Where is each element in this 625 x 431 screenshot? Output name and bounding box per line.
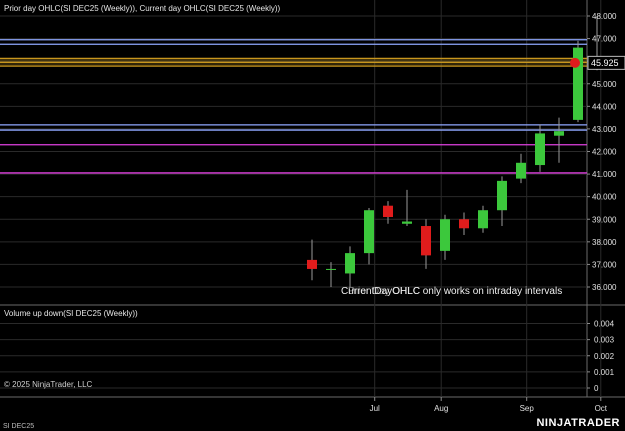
candle-body <box>478 210 488 229</box>
volume-tick-label: 0.002 <box>594 352 615 361</box>
time-axis: Jul Aug Sep Oct <box>370 397 608 413</box>
volume-panel-title: Volume up down(SI DEC25 (Weekly)) <box>4 309 138 318</box>
volume-tick-label: 0 <box>594 384 599 393</box>
candle <box>573 40 583 123</box>
time-tick-label: Oct <box>595 404 608 413</box>
price-tick-label: 47.000 <box>592 35 617 44</box>
candle <box>402 189 412 227</box>
candle-body <box>326 268 336 270</box>
candle <box>307 239 317 281</box>
price-tick-label: 48.000 <box>592 12 617 21</box>
price-tick-label: 45.000 <box>592 80 617 89</box>
candle-body <box>535 133 545 166</box>
candle-body <box>440 219 450 251</box>
candle-body <box>383 205 393 217</box>
price-tick-label: 41.000 <box>592 170 617 179</box>
price-tick-label: 42.000 <box>592 148 617 157</box>
candle-body <box>307 259 317 269</box>
candle-body <box>421 226 431 256</box>
candle <box>364 207 374 265</box>
ninjatrader-logo: NINJATRADER <box>536 417 620 429</box>
price-tick-label: 39.000 <box>592 215 617 224</box>
time-tick-label: Aug <box>434 404 448 413</box>
price-panel-title: Prior day OHLC(SI DEC25 (Weekly)), Curre… <box>4 4 281 13</box>
price-tick-label: 44.000 <box>592 102 617 111</box>
current-price-dot <box>570 57 580 68</box>
candle <box>497 176 507 227</box>
time-tick-label: Jul <box>370 404 380 413</box>
instrument-label: SI DEC25 <box>3 423 34 430</box>
copyright: © 2025 NinjaTrader, LLC <box>4 380 93 389</box>
volume-tick-label: 0.001 <box>594 368 615 377</box>
price-tick-label: 43.000 <box>592 125 617 134</box>
candle <box>326 262 336 287</box>
candle <box>421 219 431 269</box>
current-price-label: 45.925 <box>591 58 619 68</box>
candle <box>478 205 488 233</box>
candle <box>516 153 526 184</box>
candle-body <box>345 253 355 274</box>
price-axis: 36.000 37.000 38.000 39.000 40.000 41.000 42.0… <box>587 12 617 292</box>
candle-body <box>402 221 412 224</box>
candle-body <box>516 162 526 179</box>
candle <box>459 212 469 236</box>
volume-tick-label: 0.004 <box>594 320 615 329</box>
candle-body <box>554 131 564 136</box>
price-tick-label: 37.000 <box>592 260 617 269</box>
candle-body <box>459 219 469 229</box>
prior-day-notice-overlap: Prior Day OHLC <box>348 286 420 297</box>
candle <box>345 246 355 287</box>
volume-tick-label: 0.003 <box>594 336 615 345</box>
price-tick-label: 40.000 <box>592 193 617 202</box>
price-tick-label: 38.000 <box>592 238 617 247</box>
candle <box>383 201 393 224</box>
candle <box>535 124 545 172</box>
price-tick-label: 36.000 <box>592 283 617 292</box>
price-level-zone <box>0 58 587 67</box>
candle-body <box>364 210 374 254</box>
candle-body <box>497 180 507 211</box>
time-tick-label: Sep <box>520 404 535 413</box>
chart: 36.000 37.000 38.000 39.000 40.000 41.000 42.0… <box>0 0 625 430</box>
